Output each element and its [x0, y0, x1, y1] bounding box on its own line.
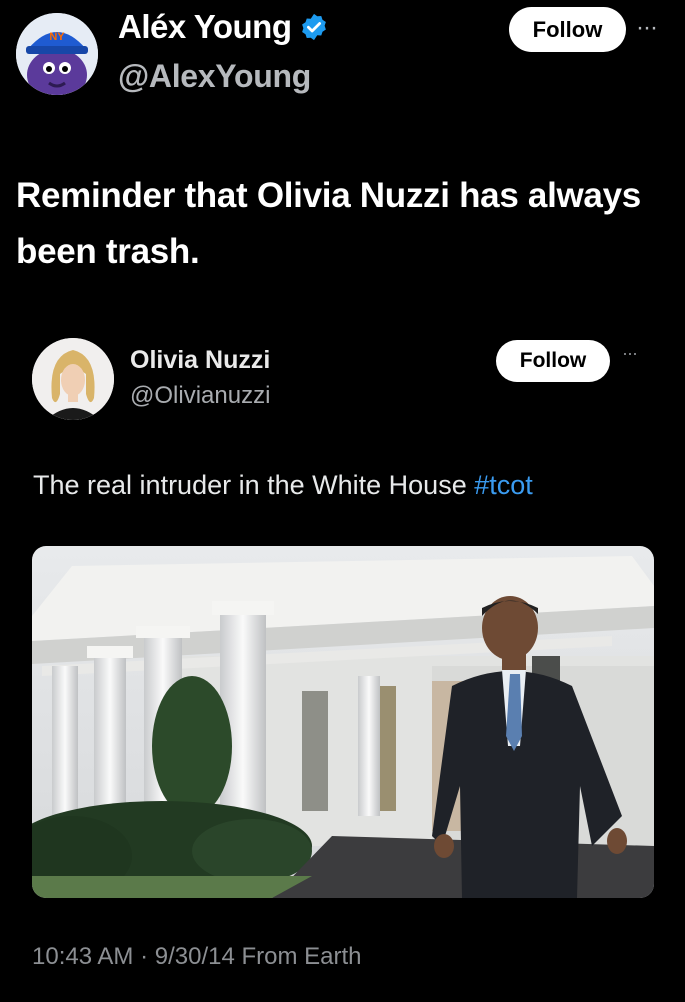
author-name[interactable]: Aléx Young — [118, 8, 292, 46]
quoted-tweet-text: The real intruder in the White House #tc… — [33, 470, 533, 501]
quoted-author-avatar[interactable] — [32, 338, 114, 420]
hashtag-link[interactable]: #tcot — [474, 470, 533, 500]
author-name-row[interactable]: Aléx Young — [118, 8, 329, 46]
quoted-tweet-body: The real intruder in the White House — [33, 470, 467, 500]
mets-cap-mascot-avatar-icon: NY — [16, 13, 98, 95]
quoted-author-handle[interactable]: @Olivianuzzi — [130, 382, 270, 410]
svg-text:NY: NY — [49, 31, 65, 43]
follow-button[interactable]: Follow — [509, 7, 626, 52]
quoted-more-options-icon[interactable]: ··· — [622, 343, 638, 364]
white-house-colonnade-photo — [32, 546, 654, 898]
quoted-follow-button[interactable]: Follow — [496, 340, 610, 382]
tweet-photo[interactable] — [32, 546, 654, 898]
tweet-timestamp[interactable]: 10:43 AM · 9/30/14 From Earth — [32, 943, 362, 971]
more-options-icon[interactable]: ··· — [636, 14, 658, 42]
author-handle[interactable]: @AlexYoung — [118, 58, 311, 95]
author-avatar[interactable]: NY — [16, 13, 98, 95]
verified-badge-icon — [302, 13, 327, 41]
person-portrait-icon — [32, 338, 114, 420]
tweet-text: Reminder that Olivia Nuzzi has always be… — [16, 176, 641, 271]
quoted-author-name[interactable]: Olivia Nuzzi — [130, 346, 270, 375]
